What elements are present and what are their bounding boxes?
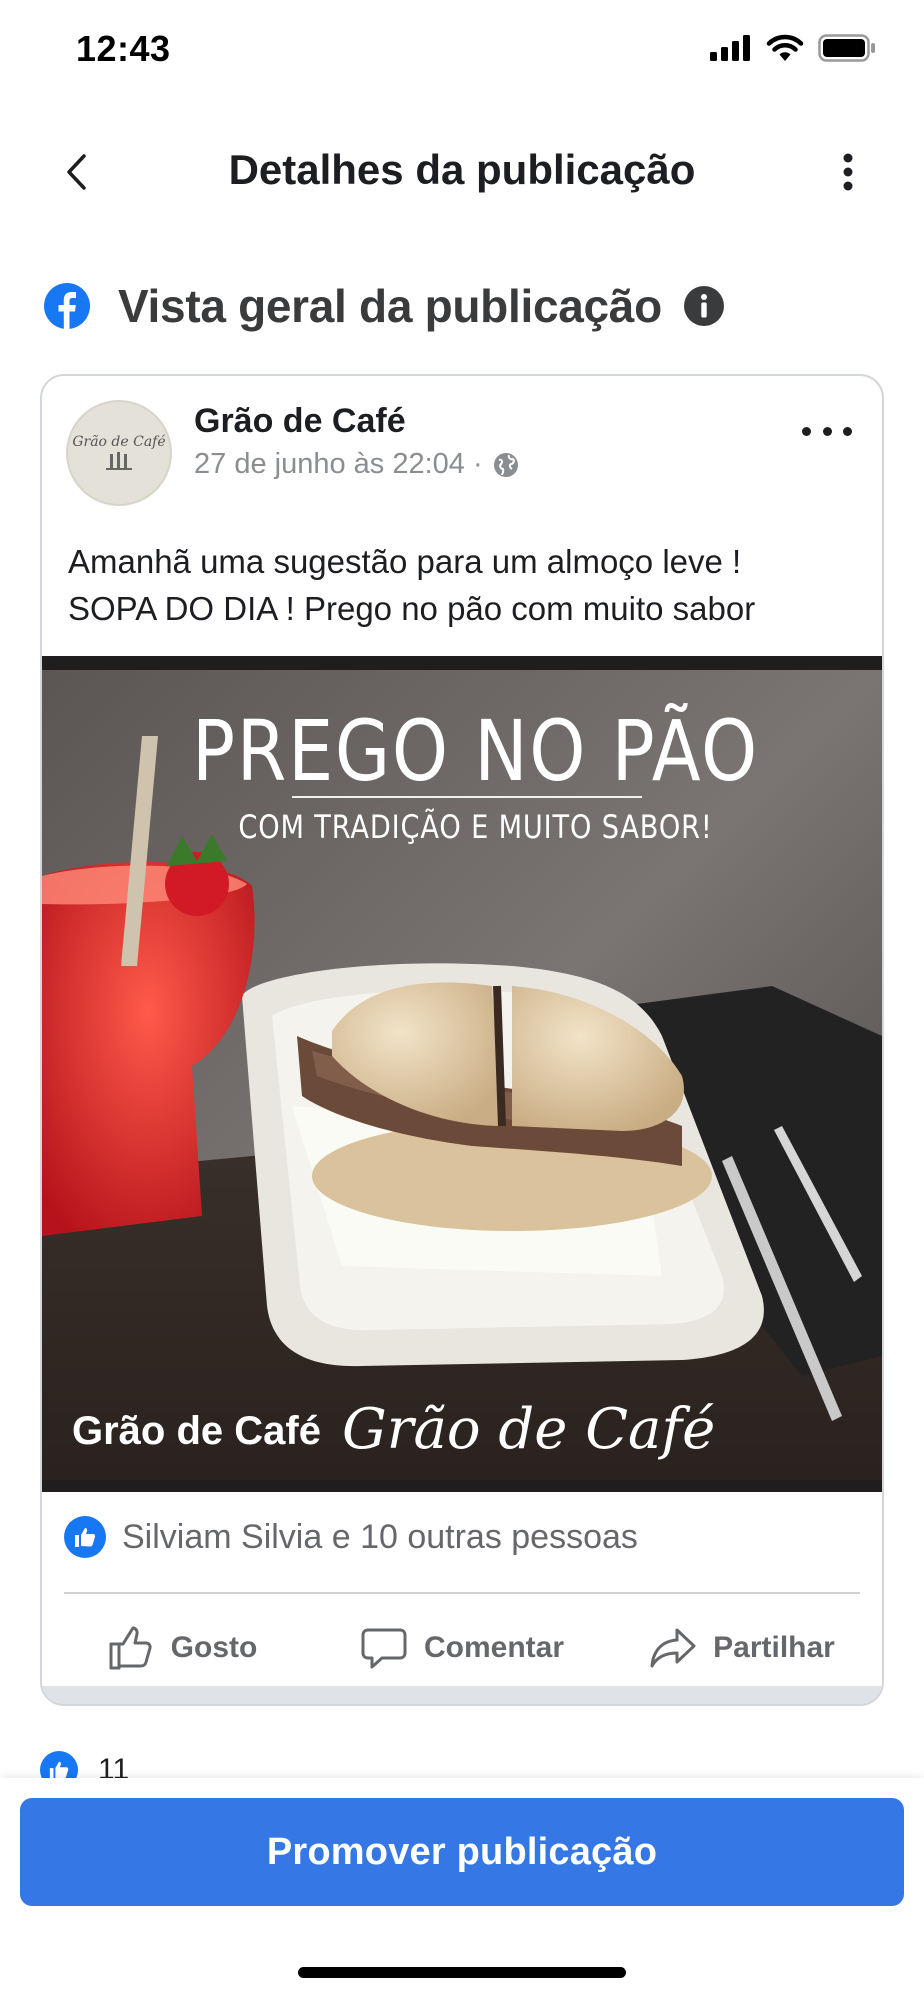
dot — [802, 426, 811, 436]
wifi-icon — [766, 34, 804, 61]
share-button[interactable]: Partilhar — [602, 1608, 882, 1688]
battery-icon — [818, 34, 875, 62]
vertical-dots-icon — [843, 153, 853, 191]
comment-icon — [361, 1628, 407, 1669]
dot — [843, 426, 852, 436]
comment-button[interactable]: Comentar — [322, 1608, 602, 1688]
divider — [64, 1592, 860, 1594]
card-bottom-strip — [42, 1686, 882, 1704]
image-brand-script: Grão de Café — [342, 1397, 715, 1462]
globe-icon — [493, 452, 518, 477]
like-reaction-icon — [64, 1516, 106, 1558]
photo-illustration: PREGO NO PÃO COM TRADIÇÃO E MUITO SABOR!… — [42, 656, 882, 1492]
share-label: Partilhar — [713, 1631, 835, 1664]
signal-icon — [710, 35, 750, 61]
home-indicator — [298, 1967, 626, 1978]
page-title: Detalhes da publicação — [228, 146, 696, 193]
post-text-line-1: Amanhã uma sugestão para um almoço leve … — [68, 543, 742, 580]
share-icon — [650, 1628, 696, 1668]
post-meta: 27 de junho às 22:04 · — [194, 448, 519, 481]
header: Detalhes da publicação — [0, 130, 924, 216]
post-text-line-2: SOPA DO DIA ! Prego no pão com muito sab… — [68, 590, 756, 627]
post-timestamp[interactable]: 27 de junho às 22:04 · — [194, 448, 483, 481]
avatar-logo-text: Grão de Café — [72, 434, 166, 450]
comment-label: Comentar — [423, 1631, 565, 1664]
image-headline: PREGO NO PÃO — [192, 701, 759, 800]
post-more-button[interactable] — [802, 416, 852, 446]
post-photo[interactable]: PREGO NO PÃO COM TRADIÇÃO E MUITO SABOR!… — [42, 656, 882, 1492]
thumbs-up-icon — [109, 1626, 152, 1670]
image-subline: COM TRADIÇÃO E MUITO SABOR! — [238, 808, 712, 847]
section-header: Vista geral da publicação — [44, 274, 724, 338]
bottom-bar: Promover publicação — [0, 1778, 924, 2000]
status-bar: 12:43 — [0, 0, 924, 100]
promote-post-button[interactable]: Promover publicação — [20, 1798, 904, 1906]
logo-mark-icon — [106, 452, 132, 470]
like-button[interactable]: Gosto — [42, 1608, 322, 1688]
like-label: Gosto — [170, 1631, 258, 1664]
status-icons — [710, 34, 876, 62]
section-title: Vista geral da publicação — [118, 280, 662, 332]
reactions-summary[interactable]: Silviam Silvia e 10 outras pessoas — [64, 1512, 638, 1562]
post-actions: Gosto Comentar Partilhar — [42, 1608, 882, 1688]
post-text: Amanhã uma sugestão para um almoço leve … — [68, 538, 868, 632]
post-card: Grão de Café Grão de Café 27 de junho às… — [40, 374, 884, 1706]
more-options-button[interactable] — [828, 148, 868, 196]
info-icon[interactable] — [683, 286, 724, 326]
reactions-text: Silviam Silvia e 10 outras pessoas — [122, 1517, 638, 1556]
dot — [822, 426, 832, 436]
facebook-icon — [44, 283, 90, 329]
status-time: 12:43 — [76, 28, 171, 69]
avatar[interactable]: Grão de Café — [66, 400, 172, 506]
page-name[interactable]: Grão de Café — [194, 402, 406, 441]
image-brand-bold: Grão de Café — [72, 1409, 321, 1453]
